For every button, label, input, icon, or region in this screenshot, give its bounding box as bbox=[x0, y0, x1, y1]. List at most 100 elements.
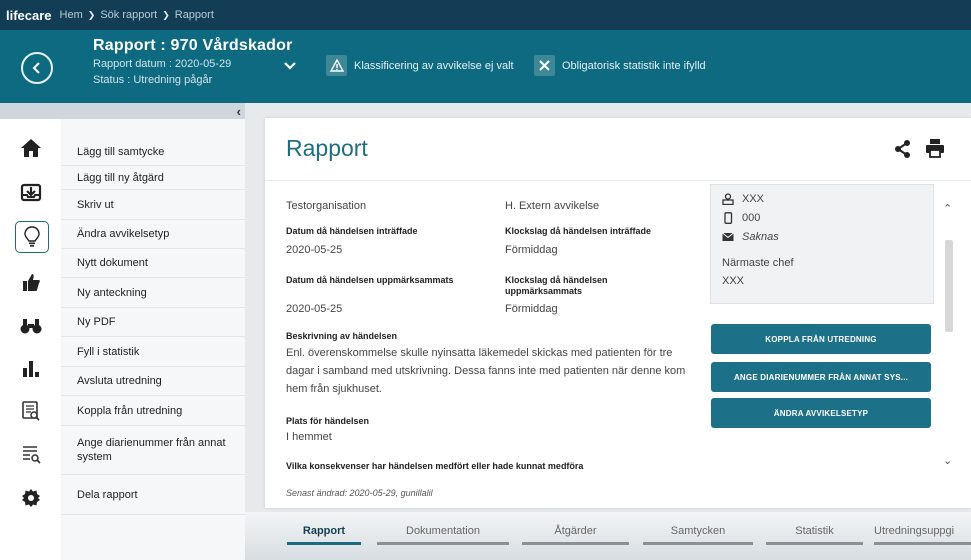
warning-text: Klassificering av avvikelse ej valt bbox=[354, 59, 514, 72]
menu-item-fill-statistics[interactable]: Fyll i statistik bbox=[61, 337, 245, 367]
thumbs-up-icon[interactable] bbox=[13, 268, 49, 296]
report-info: Rapport : 970 Vårdskador Rapport datum :… bbox=[93, 37, 293, 87]
report-card: Rapport Testorganisation H. Extern avvik… bbox=[265, 118, 971, 508]
contact-name: XXX bbox=[742, 193, 765, 205]
tab-bar: Rapport Dokumentation Åtgärder Samtycken… bbox=[245, 512, 971, 560]
chevron-right-icon: ❯ bbox=[162, 9, 170, 20]
chevron-down-icon bbox=[284, 62, 296, 70]
scroll-up-icon[interactable]: ⌃ bbox=[943, 202, 952, 215]
binoculars-icon[interactable] bbox=[13, 312, 49, 340]
noticed-date-label: Datum då händelsen uppmärksammats bbox=[286, 275, 454, 285]
menu-item-add-measure[interactable]: Lägg till ny åtgärd bbox=[61, 166, 245, 190]
tab-documentation[interactable]: Dokumentation bbox=[377, 525, 509, 537]
expand-header-button[interactable] bbox=[283, 58, 301, 72]
occurred-time-value: Förmiddag bbox=[505, 244, 558, 256]
tab-indicator bbox=[522, 542, 629, 545]
email-icon bbox=[722, 232, 734, 241]
action-menu: Lägg till samtycke Lägg till ny åtgärd S… bbox=[61, 119, 245, 560]
warning-text: Obligatorisk statistik inte ifylld bbox=[562, 59, 706, 72]
back-button[interactable] bbox=[21, 52, 53, 84]
menu-item-new-note[interactable]: Ny anteckning bbox=[61, 278, 245, 308]
scrollbar[interactable]: ⌃ ⌄ bbox=[942, 184, 956, 480]
description-label: Beskrivning av händelsen bbox=[286, 331, 398, 341]
collapse-bar[interactable]: ‹ bbox=[0, 103, 245, 119]
phone-icon bbox=[724, 212, 733, 224]
user-badge-icon bbox=[722, 193, 734, 205]
set-registry-number-button[interactable]: ANGE DIARIENUMMER FRÅN ANNAT SYS... bbox=[711, 362, 931, 392]
change-deviation-type-button[interactable]: ÄNDRA AVVIKELSETYP bbox=[711, 398, 931, 428]
card-title: Rapport bbox=[286, 135, 368, 161]
contact-email-row: Saknas bbox=[722, 231, 779, 243]
tab-measures[interactable]: Åtgärder bbox=[522, 525, 629, 537]
place-label: Plats för händelsen bbox=[286, 416, 370, 426]
scroll-down-icon[interactable]: ⌄ bbox=[943, 454, 952, 467]
last-edited: Senast ändrad: 2020-05-29, gunillalil bbox=[286, 488, 433, 498]
list-search-icon[interactable] bbox=[13, 440, 49, 468]
manager-label: Närmaste chef bbox=[722, 257, 794, 269]
chevron-right-icon: ❯ bbox=[87, 9, 96, 20]
menu-item-set-registry-number[interactable]: Ange diarienummer från annat system bbox=[61, 426, 245, 475]
report-date: Rapport datum : 2020-05-29 bbox=[93, 58, 232, 70]
divider bbox=[265, 180, 971, 181]
occurred-date-label: Datum då händelsen inträffade bbox=[286, 226, 418, 236]
menu-item-disconnect-investigation[interactable]: Koppla från utredning bbox=[61, 396, 245, 426]
menu-item-share-report[interactable]: Dela rapport bbox=[61, 475, 245, 515]
tab-report[interactable]: Rapport bbox=[287, 525, 361, 537]
tab-indicator bbox=[874, 542, 971, 545]
breadcrumb-home[interactable]: Hem bbox=[60, 9, 83, 21]
occurred-time-label: Klockslag då händelsen inträffade bbox=[505, 226, 652, 236]
manager-value: XXX bbox=[722, 275, 745, 287]
menu-item-add-consent[interactable]: Lägg till samtycke bbox=[61, 139, 245, 166]
bar-chart-icon[interactable] bbox=[13, 354, 49, 382]
lightbulb-icon[interactable] bbox=[15, 221, 49, 253]
disconnect-investigation-button[interactable]: KOPPLA FRÅN UTREDNING bbox=[711, 324, 931, 354]
tab-indicator bbox=[377, 542, 509, 545]
tab-indicator-active bbox=[287, 542, 361, 545]
chevron-left-icon bbox=[32, 62, 40, 74]
warning-icon bbox=[326, 55, 347, 76]
gear-icon[interactable] bbox=[13, 484, 49, 512]
menu-item-print[interactable]: Skriv ut bbox=[61, 190, 245, 220]
organisation-value: Testorganisation bbox=[286, 200, 367, 212]
tab-indicator bbox=[643, 542, 753, 545]
contact-name-row: XXX bbox=[722, 193, 764, 205]
menu-item-new-pdf[interactable]: Ny PDF bbox=[61, 308, 245, 337]
menu-item-change-type[interactable]: Ändra avvikelsetyp bbox=[61, 220, 245, 249]
tab-statistics[interactable]: Statistik bbox=[766, 525, 863, 537]
menu-item-close-investigation[interactable]: Avsluta utredning bbox=[61, 367, 245, 396]
tab-investigation-tasks[interactable]: Utredningsuppgi bbox=[874, 525, 971, 537]
noticed-time-value: Förmiddag bbox=[505, 303, 558, 315]
contact-phone-row: 000 bbox=[722, 212, 760, 224]
contact-box: XXX 000 Saknas Närmaste chef XXX bbox=[710, 184, 934, 304]
warning-classification[interactable]: Klassificering av avvikelse ej valt bbox=[326, 55, 514, 76]
report-title: Rapport : 970 Vårdskador bbox=[93, 37, 293, 54]
top-bar: lifecare Hem ❯ Sök rapport ❯ Rapport bbox=[0, 0, 971, 30]
noticed-date-value: 2020-05-25 bbox=[286, 303, 343, 315]
printer-icon[interactable] bbox=[925, 138, 945, 163]
description-value: Enl. överenskommelse skulle nyinsatta lä… bbox=[286, 347, 686, 395]
tab-consents[interactable]: Samtycken bbox=[643, 525, 753, 537]
scroll-thumb[interactable] bbox=[945, 240, 953, 332]
close-icon bbox=[534, 55, 555, 76]
calendar-search-icon[interactable] bbox=[13, 396, 49, 424]
collapse-menu-button[interactable]: ‹ bbox=[237, 104, 241, 119]
home-icon[interactable] bbox=[13, 134, 49, 162]
brand-logo: lifecare bbox=[6, 7, 52, 23]
place-value: I hemmet bbox=[286, 431, 332, 443]
report-status: Status : Utredning pågår bbox=[93, 74, 213, 86]
warning-statistics[interactable]: Obligatorisk statistik inte ifylld bbox=[534, 55, 706, 76]
menu-item-new-document[interactable]: Nytt dokument bbox=[61, 249, 245, 278]
breadcrumb-search-report[interactable]: Sök rapport bbox=[100, 9, 157, 21]
breadcrumb-report[interactable]: Rapport bbox=[175, 9, 214, 21]
occurred-date-value: 2020-05-25 bbox=[286, 244, 343, 256]
category-value: H. Extern avvikelse bbox=[505, 200, 600, 212]
breadcrumb: Hem ❯ Sök rapport ❯ Rapport bbox=[60, 9, 214, 21]
tab-indicator bbox=[766, 542, 863, 545]
contact-email: Saknas bbox=[742, 231, 779, 243]
inbox-icon[interactable] bbox=[13, 178, 49, 206]
share-icon[interactable] bbox=[895, 140, 911, 163]
noticed-time-label: Klockslag då händelsen uppmärksammats bbox=[505, 275, 608, 296]
consequence-label: Vilka konsekvenser har händelsen medfört… bbox=[286, 461, 584, 471]
contact-phone: 000 bbox=[742, 212, 761, 224]
report-header: Rapport : 970 Vårdskador Rapport datum :… bbox=[0, 30, 971, 103]
